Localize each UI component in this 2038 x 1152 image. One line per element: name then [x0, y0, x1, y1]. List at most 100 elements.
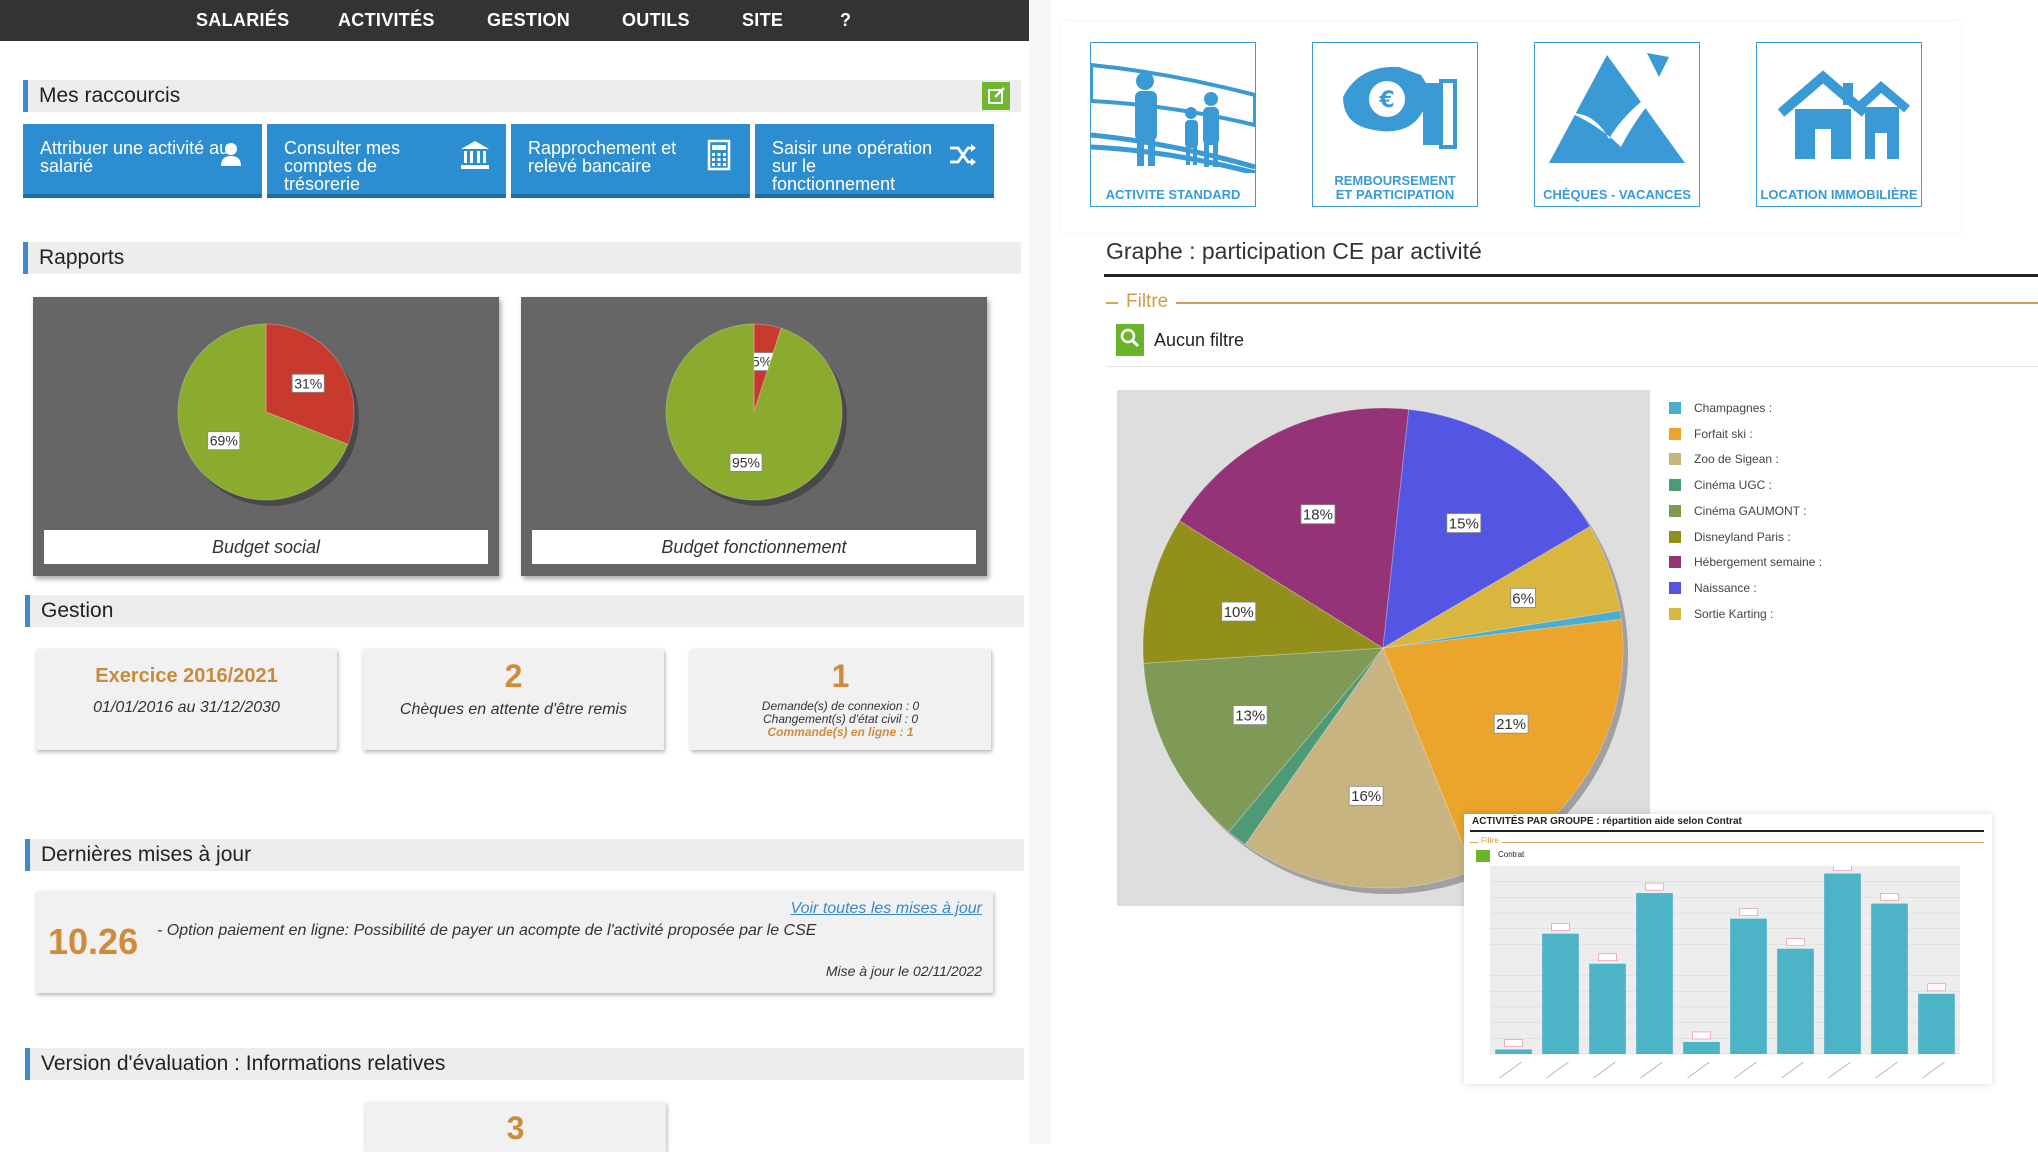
latest-update-card: 10.26 Voir toutes les mises à jour - Opt… [36, 891, 993, 993]
category-tick-label [1593, 1061, 1616, 1079]
slice-label: 6% [1512, 590, 1534, 607]
tile-remboursement-participation[interactable]: € REMBOURSEMENT ET PARTICIPATION [1312, 42, 1478, 207]
slice-label: 95% [732, 454, 760, 470]
nav-salaries[interactable]: SALARIÉS [196, 0, 289, 41]
shortcut-bank-reconciliation-button[interactable]: Rapprochement et relevé bancaire [511, 124, 750, 198]
nav-help[interactable]: ? [840, 0, 851, 41]
budget-fonctionnement-pie-chart: 5%95% [665, 323, 847, 506]
thumbnail-filter-value: Contrat [1498, 850, 1525, 859]
legend-swatch [1669, 581, 1681, 594]
section-title: Rapports [39, 246, 125, 269]
evaluation-section-header: Version d'évaluation : Informations rela… [25, 1048, 1024, 1080]
tile-cheques-vacances[interactable]: CHÈQUES - VACANCES [1534, 42, 1700, 207]
online-orders: Commande(s) en ligne : 1 [767, 725, 914, 739]
pending-cheques-card[interactable]: 2 Chèques en attente d'être remis [363, 649, 664, 750]
updates-section-header: Dernières mises à jour [25, 839, 1024, 871]
bar[interactable] [1871, 903, 1908, 1054]
category-tick-label [1734, 1061, 1757, 1079]
filter-box: Aucun filtre [1106, 318, 2038, 367]
bar-value-label [1739, 908, 1758, 916]
legend-swatch [1669, 453, 1681, 466]
nav-outils[interactable]: OUTILS [622, 0, 690, 41]
pending-cheques-label: Chèques en attente d'être remis [399, 701, 628, 718]
bar-chart-thumbnail[interactable]: ACTIVITÉS PAR GROUPE : répartition aide … [1464, 814, 1992, 1084]
bar-value-label [1880, 893, 1899, 901]
euro-hand-icon: € [1343, 66, 1457, 149]
exercise-card[interactable]: Exercice 2016/2021 01/01/2016 au 31/12/2… [36, 649, 337, 750]
slice-label: 18% [1303, 507, 1333, 524]
graph-title: Graphe : participation CE par activité [1106, 238, 1482, 264]
slice-label: 69% [210, 433, 238, 449]
bar[interactable] [1495, 1049, 1532, 1054]
budget-social-chart-card: 31% 69% Budget social [33, 297, 499, 576]
nav-site[interactable]: SITE [742, 0, 783, 41]
legend-label: Champagnes : [1694, 401, 1773, 415]
nav-gestion[interactable]: GESTION [487, 0, 570, 41]
bar[interactable] [1542, 933, 1579, 1054]
legend-swatch [1669, 556, 1681, 569]
chart-caption: Budget social [44, 530, 488, 564]
slice-label: 13% [1235, 708, 1265, 725]
calculator-icon [707, 139, 731, 171]
filter-label: Filtre [1118, 291, 1177, 313]
legend-swatch [1669, 504, 1681, 517]
legend-label: Hébergement semaine : [1694, 555, 1823, 570]
bar-value-label [1598, 953, 1617, 962]
evaluation-count: 3 [506, 1110, 525, 1146]
nav-activites[interactable]: ACTIVITÉS [338, 0, 435, 41]
shortcut-label: Rapprochement et relevé bancaire [528, 138, 677, 176]
pie-slice[interactable] [665, 323, 843, 501]
category-tick-label [1687, 1061, 1710, 1079]
thumbnail-filter-icon [1476, 850, 1490, 862]
version-number: 10.26 [48, 921, 139, 962]
chart-caption: Budget fonctionnement [532, 530, 976, 564]
graph-title-underline [1104, 274, 2038, 277]
search-icon[interactable] [1116, 324, 1144, 356]
bar[interactable] [1589, 963, 1626, 1054]
bar[interactable] [1730, 918, 1767, 1054]
filter-legend-line [1106, 302, 2038, 304]
legend-swatch [1669, 530, 1681, 543]
budget-social-pie-chart: 31% 69% [177, 323, 359, 506]
shortcut-assign-activity-button[interactable]: Attribuer une activité au salarié [23, 124, 262, 198]
slice-label: 10% [1224, 604, 1254, 621]
exercise-title: Exercice 2016/2021 [95, 665, 278, 687]
section-title: Gestion [41, 599, 114, 622]
requests-count: 1 [831, 658, 850, 694]
mountain-bird-icon [1549, 53, 1685, 163]
all-updates-link[interactable]: Voir toutes les mises à jour [791, 900, 982, 918]
evaluation-card[interactable]: 3 [365, 1102, 666, 1152]
tile-label: ACTIVITE STANDARD [1105, 187, 1241, 202]
tile-activite-standard[interactable]: ACTIVITE STANDARD [1090, 42, 1256, 207]
section-title: Version d'évaluation : Informations rela… [41, 1052, 446, 1075]
shortcut-treasury-accounts-button[interactable]: Consulter mes comptes de trésorerie [267, 124, 506, 198]
tile-label: LOCATION IMMOBILIÈRE [1760, 187, 1918, 202]
shortcut-operating-operation-button[interactable]: Saisir une opération sur le fonctionneme… [755, 124, 994, 198]
category-tick-label [1922, 1061, 1945, 1079]
tile-location-immobiliere[interactable]: LOCATION IMMOBILIÈRE [1756, 42, 1922, 207]
legend-label: Naissance : [1694, 580, 1757, 595]
budget-fonctionnement-chart-card: 5% 95% Budget fonctionnement [521, 297, 987, 576]
bar[interactable] [1824, 873, 1861, 1054]
bar-value-label [1645, 882, 1664, 891]
bar[interactable] [1636, 893, 1673, 1054]
thumbnail-title: ACTIVITÉS PAR GROUPE : répartition aide … [1472, 816, 1742, 827]
tile-label: CHÈQUES - VACANCES [1543, 187, 1691, 202]
bar-value-label [1551, 923, 1570, 931]
thumbnail-filter-line [1470, 842, 1984, 843]
shortcut-label: Consulter mes comptes de trésorerie [284, 138, 401, 194]
update-description: - Option paiement en ligne: Possibilité … [157, 922, 817, 939]
tile-label: REMBOURSEMENT ET PARTICIPATION [1334, 173, 1456, 202]
legend-label: Cinéma UGC : [1694, 478, 1773, 493]
bar[interactable] [1777, 948, 1814, 1054]
svg-text:€: € [1378, 88, 1394, 113]
update-date: Mise à jour le 02/11/2022 [825, 963, 982, 979]
edit-icon[interactable] [982, 82, 1010, 110]
thumbnail-bar-chart [1490, 866, 1960, 1079]
shortcut-label: Attribuer une activité au salarié [40, 138, 230, 176]
bar[interactable] [1918, 993, 1955, 1054]
exercise-period: 01/01/2016 au 31/12/2030 [93, 699, 280, 716]
bank-icon [461, 141, 489, 169]
bar[interactable] [1683, 1041, 1720, 1054]
requests-card[interactable]: 1 Demande(s) de connexion : 0 Changement… [690, 649, 991, 750]
